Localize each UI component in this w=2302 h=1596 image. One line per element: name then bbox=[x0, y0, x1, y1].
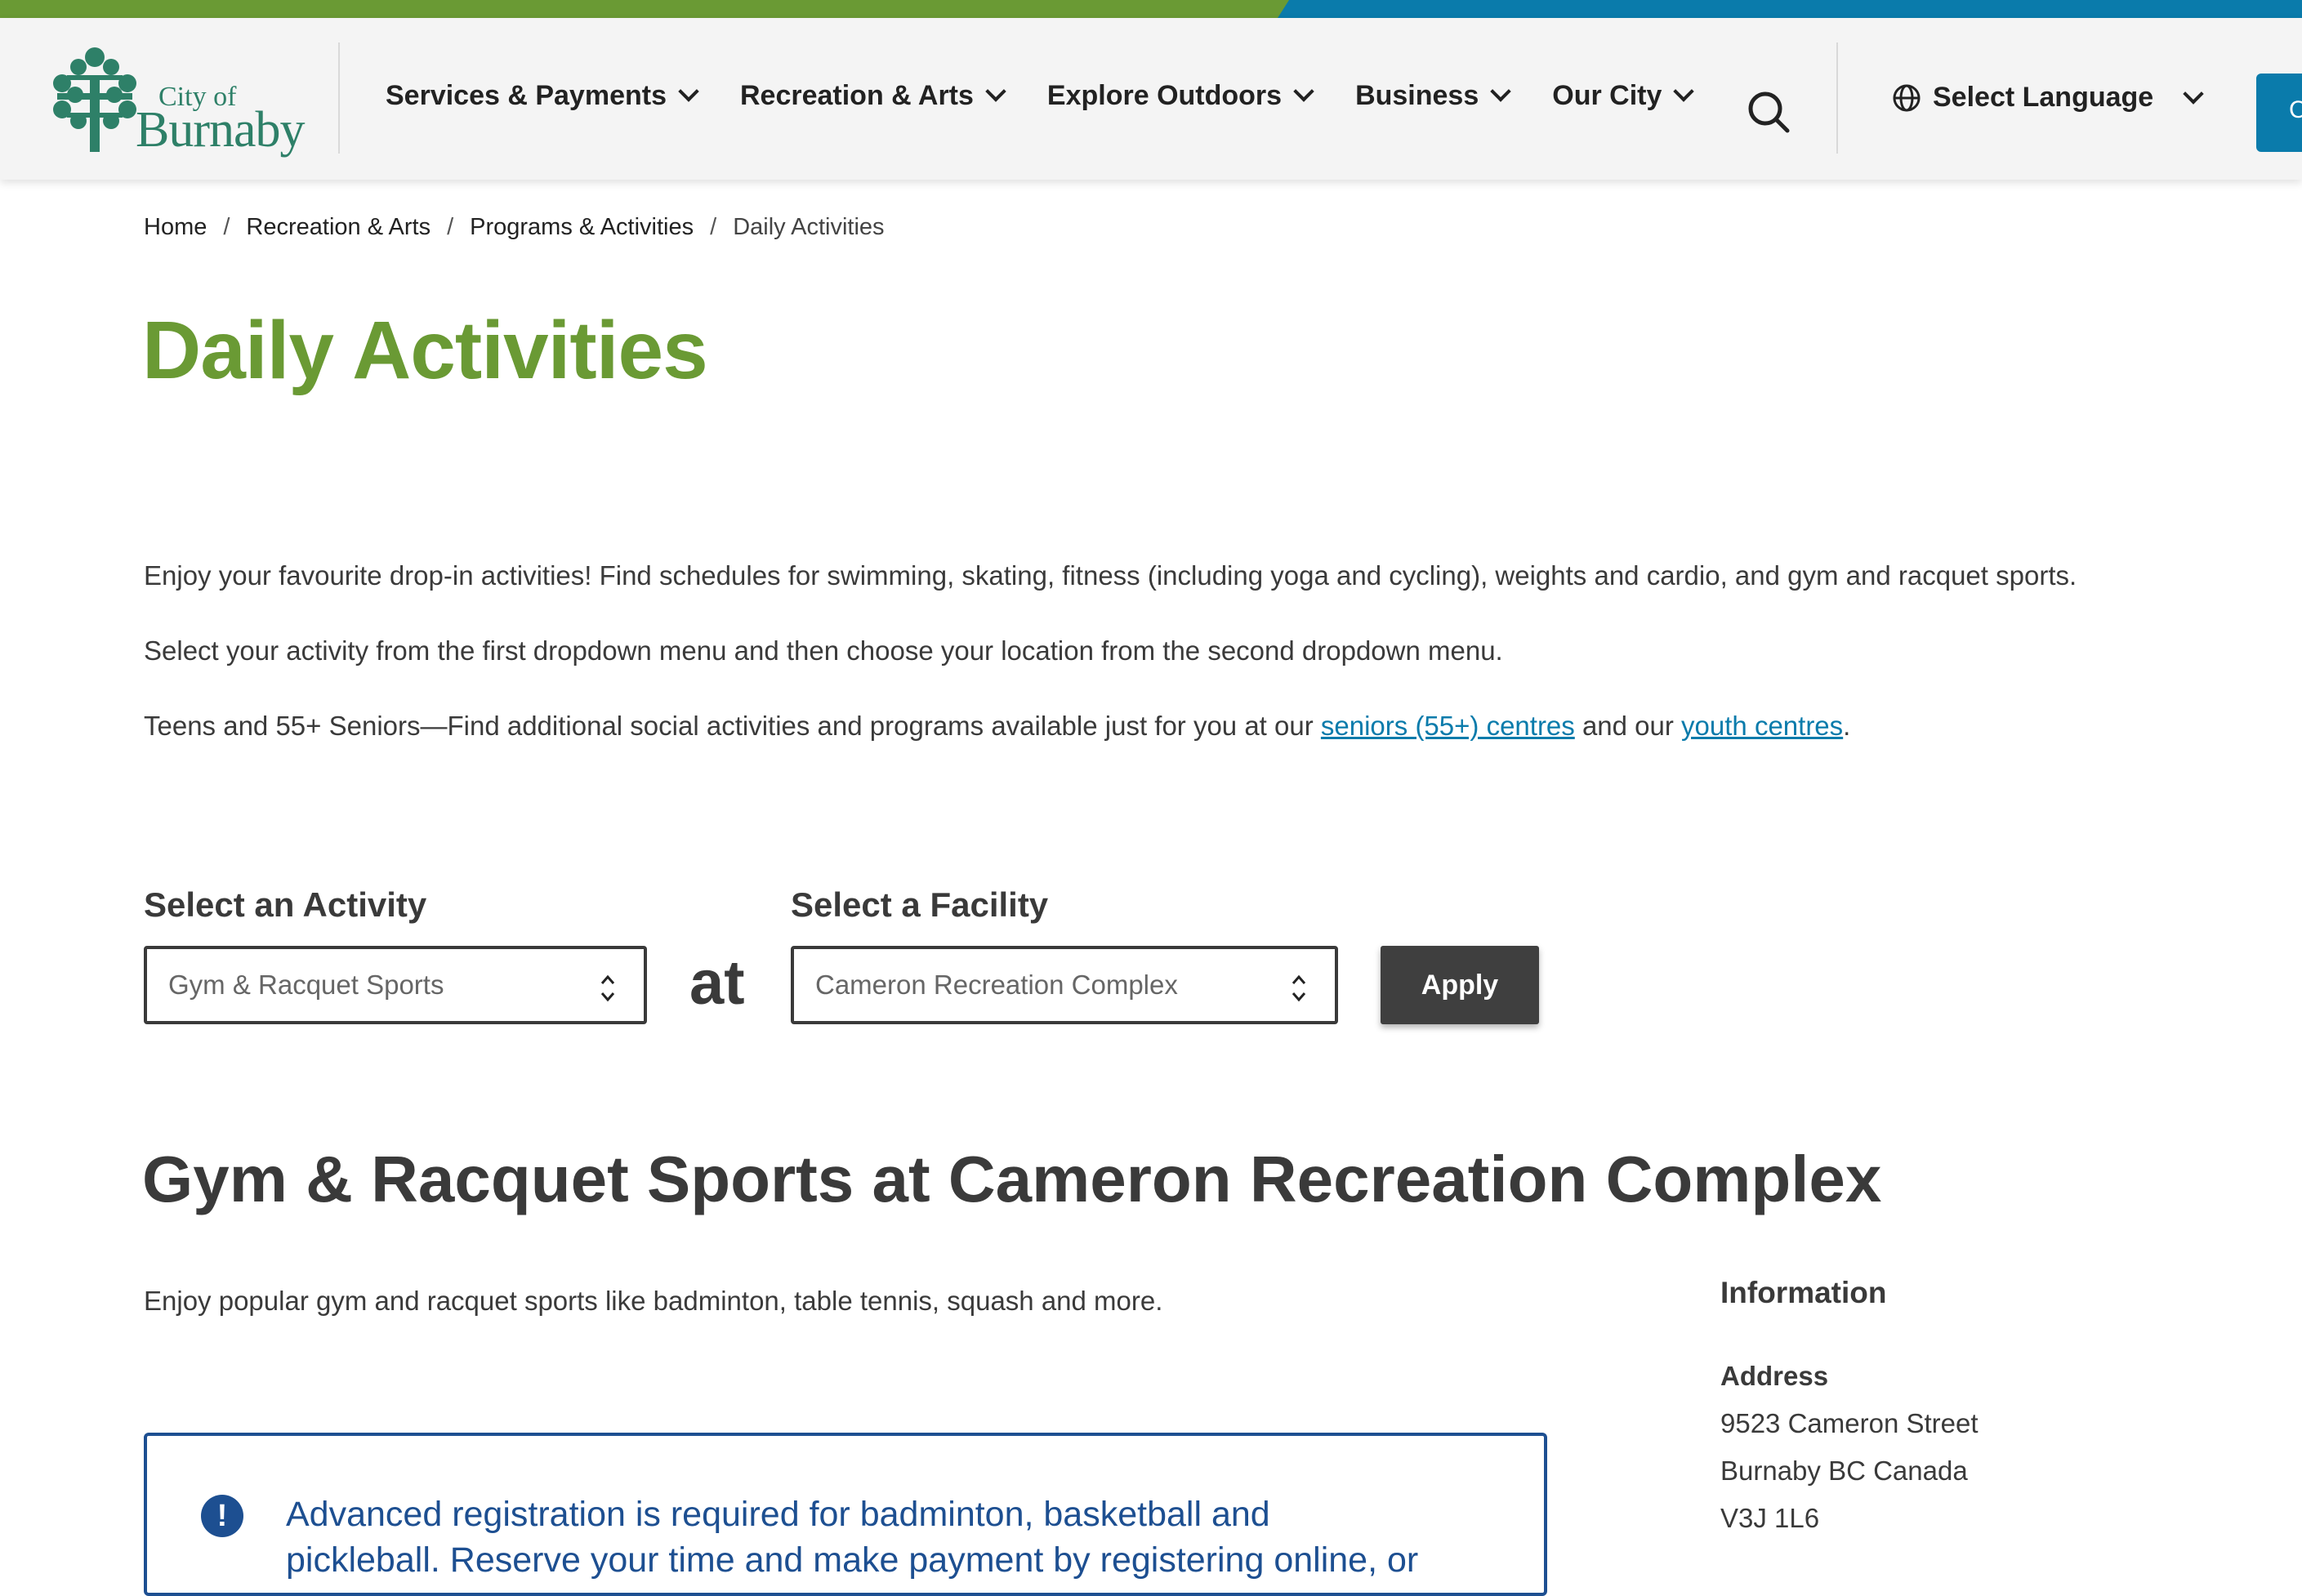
select-updown-icon bbox=[600, 974, 615, 1002]
intro-paragraph-3: Teens and 55+ Seniors—Find additional so… bbox=[144, 711, 1850, 742]
alert-text: Advanced registration is required for ba… bbox=[286, 1495, 1419, 1580]
address-line: 9523 Cameron Street bbox=[1720, 1408, 1979, 1438]
intro-p3-text: and our bbox=[1574, 711, 1682, 741]
activity-select-label: Select an Activity bbox=[144, 885, 427, 924]
address-line: V3J 1L6 bbox=[1720, 1503, 1820, 1533]
search-icon bbox=[1748, 91, 1790, 133]
nav-explore-outdoors[interactable]: Explore Outdoors bbox=[1046, 79, 1314, 112]
search-button[interactable] bbox=[1747, 90, 1790, 133]
nav-label: Explore Outdoors bbox=[1046, 79, 1283, 111]
city-logo[interactable]: City of Burnaby bbox=[51, 46, 306, 158]
nav-services-payments[interactable]: Services & Payments bbox=[386, 79, 699, 112]
activity-select[interactable]: Gym & Racquet Sports bbox=[144, 946, 647, 1024]
breadcrumb-programs-activities[interactable]: Programs & Activities bbox=[470, 214, 694, 241]
intro-paragraph-1: Enjoy your favourite drop-in activities!… bbox=[144, 560, 2077, 591]
youth-centres-link[interactable]: youth centres bbox=[1681, 711, 1843, 741]
facility-select-value: Cameron Recreation Complex bbox=[815, 970, 1178, 1000]
facility-select-label: Select a Facility bbox=[791, 885, 1049, 924]
seniors-centres-link[interactable]: seniors (55+) centres bbox=[1321, 711, 1575, 741]
header-divider bbox=[1836, 42, 1838, 154]
breadcrumb-home[interactable]: Home bbox=[144, 214, 207, 241]
exclamation-icon: ! bbox=[201, 1495, 243, 1537]
header-cta-label: C bbox=[2289, 96, 2302, 123]
registration-alert: ! Advanced registration is required for … bbox=[144, 1433, 1547, 1596]
language-label: Select Language bbox=[1933, 82, 2154, 113]
nav-our-city[interactable]: Our City bbox=[1552, 79, 1695, 112]
main-nav: Services & Payments Recreation & Arts Ex… bbox=[386, 18, 1735, 173]
snowflake-tree-icon bbox=[53, 47, 136, 152]
intro-paragraph-2: Select your activity from the first drop… bbox=[144, 635, 1503, 666]
chevron-down-icon bbox=[678, 81, 699, 102]
chevron-down-icon bbox=[1673, 81, 1695, 102]
apply-button[interactable]: Apply bbox=[1381, 946, 1539, 1024]
information-heading: Information bbox=[1720, 1276, 1887, 1309]
globe-icon bbox=[1893, 84, 1921, 111]
top-color-strip bbox=[0, 0, 2302, 18]
header-cta-button[interactable]: C bbox=[2256, 74, 2302, 152]
section-title: Gym & Racquet Sports at Cameron Recreati… bbox=[142, 1143, 1882, 1215]
select-updown-icon bbox=[1292, 974, 1306, 1002]
breadcrumb: Home / Recreation & Arts / Programs & Ac… bbox=[144, 214, 885, 241]
logo-text-burnaby: Burnaby bbox=[136, 102, 306, 158]
nav-business[interactable]: Business bbox=[1355, 79, 1511, 112]
activity-select-value: Gym & Racquet Sports bbox=[168, 970, 444, 1000]
address-label: Address bbox=[1720, 1361, 1829, 1391]
top-strip-blue bbox=[1278, 0, 2302, 18]
breadcrumb-separator: / bbox=[710, 214, 717, 240]
chevron-down-icon bbox=[2183, 82, 2204, 105]
breadcrumb-separator: / bbox=[447, 214, 454, 240]
intro-p3-text: . bbox=[1843, 711, 1851, 741]
breadcrumb-current: Daily Activities bbox=[733, 214, 885, 240]
chevron-down-icon bbox=[1490, 81, 1511, 102]
chevron-down-icon bbox=[985, 81, 1006, 102]
breadcrumb-separator: / bbox=[223, 214, 230, 240]
section-description: Enjoy popular gym and racquet sports lik… bbox=[144, 1286, 1163, 1316]
site-header: City of Burnaby Services & Payments Recr… bbox=[0, 18, 2302, 180]
language-selector[interactable]: Select Language bbox=[1892, 82, 2204, 114]
breadcrumb-recreation-arts[interactable]: Recreation & Arts bbox=[246, 214, 431, 241]
facility-select[interactable]: Cameron Recreation Complex bbox=[791, 946, 1338, 1024]
address-line: Burnaby BC Canada bbox=[1720, 1456, 1968, 1486]
nav-label: Services & Payments bbox=[386, 79, 667, 111]
nav-label: Recreation & Arts bbox=[739, 79, 974, 111]
nav-recreation-arts[interactable]: Recreation & Arts bbox=[739, 79, 1006, 112]
nav-label: Our City bbox=[1552, 79, 1662, 111]
intro-p3-text: Teens and 55+ Seniors—Find additional so… bbox=[144, 711, 1321, 741]
top-strip-green bbox=[0, 0, 1289, 18]
chevron-down-icon bbox=[1293, 81, 1314, 102]
connector-at: at bbox=[689, 948, 745, 1018]
nav-label: Business bbox=[1355, 79, 1479, 111]
page-title: Daily Activities bbox=[142, 305, 708, 396]
header-divider bbox=[338, 42, 340, 154]
